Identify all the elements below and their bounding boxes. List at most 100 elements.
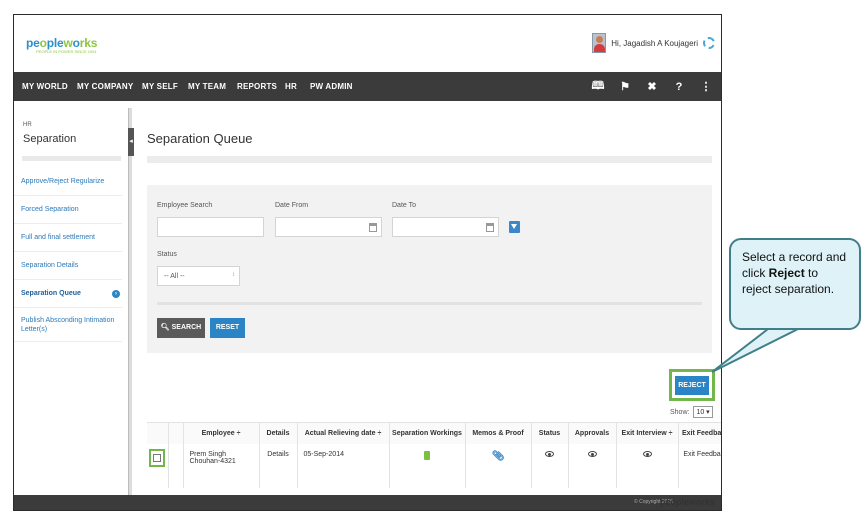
col-select <box>147 422 169 444</box>
sidebar-item-full-final-settlement[interactable]: Full and final settlement <box>14 224 122 252</box>
app-window: peopleworks PEOPLE IN POWER SINCE 1991 H… <box>13 14 722 511</box>
tools-icon[interactable]: ✖ <box>645 80 659 93</box>
updown-arrow-icon: ↕ <box>232 272 235 278</box>
sidebar-title: Separation <box>23 133 77 145</box>
instruction-callout: Select a record and click Reject to reje… <box>729 238 861 330</box>
logo-text-4: w <box>63 36 73 50</box>
logo-text-1: pe <box>26 36 40 50</box>
main-nav: MY WORLD MY COMPANY MY SELF MY TEAM REPO… <box>14 72 721 101</box>
logo-text-2: o <box>39 36 47 50</box>
status-label: Status <box>157 251 177 258</box>
col-status: Status <box>531 422 569 444</box>
search-panel: Employee Search Date From Date To Status… <box>147 185 712 353</box>
logo-text-6: rks <box>79 36 98 50</box>
peopleworks-logo[interactable]: peopleworks PEOPLE IN POWER SINCE 1991 <box>26 36 97 54</box>
col-details: Details <box>259 422 298 444</box>
reset-button[interactable]: RESET <box>210 318 245 338</box>
eye-icon[interactable] <box>587 450 597 457</box>
book-icon[interactable]: 🕮 <box>591 77 605 96</box>
filter-icon[interactable] <box>509 221 520 233</box>
date-to-input[interactable] <box>392 217 499 237</box>
reject-button[interactable]: REJECT <box>675 376 709 395</box>
col-expand <box>168 422 184 444</box>
help-icon[interactable]: ? <box>672 81 686 93</box>
calendar-icon[interactable] <box>369 223 377 232</box>
show-label: Show: <box>670 409 690 416</box>
calendar-icon[interactable] <box>486 223 494 232</box>
nav-my-team[interactable]: MY TEAM <box>188 72 226 101</box>
page-size-control: Show: 10 ▾ <box>670 406 713 418</box>
share-icon[interactable]: ⋮ <box>699 80 713 93</box>
search-button[interactable]: 🔍︎ SEARCH <box>157 318 205 338</box>
col-actual-relieving-date[interactable]: Actual Relieving date ÷ <box>297 422 390 444</box>
date-from-label: Date From <box>275 202 309 209</box>
col-memos-proof: Memos & Proof <box>465 422 532 444</box>
col-employee[interactable]: Employee ÷ <box>183 422 260 444</box>
sidebar-item-separation-details[interactable]: Separation Details <box>14 252 122 280</box>
eye-icon[interactable] <box>545 450 554 457</box>
paperclip-icon[interactable]: 📎︎ <box>492 451 505 462</box>
row-checkbox[interactable] <box>153 453 162 462</box>
flag-icon[interactable]: ⚑ <box>618 80 632 93</box>
sidebar-menu: Approve/Reject Regularize Forced Separat… <box>14 168 122 342</box>
user-greeting[interactable]: Hi, Jagadish A Koujageri <box>611 39 698 48</box>
sidebar-module-label: HR <box>23 122 32 128</box>
logo-tagline: PEOPLE IN POWER SINCE 1991 <box>36 49 97 54</box>
employee-search-label: Employee Search <box>157 202 213 209</box>
date-to-label: Date To <box>392 202 416 209</box>
sidebar-item-label: Separation Queue <box>21 290 81 297</box>
approvals-cell <box>568 443 617 488</box>
avatar[interactable] <box>592 33 607 53</box>
row-select-cell <box>147 443 169 488</box>
sidebar-splitter[interactable] <box>128 108 132 510</box>
document-icon[interactable] <box>424 450 430 460</box>
title-underline <box>147 156 712 163</box>
sidebar-item-separation-queue[interactable]: Separation Queue › <box>14 280 122 308</box>
relieving-date-cell: 05-Sep-2014 <box>297 443 390 488</box>
exit-feedback-link[interactable]: Exit Feedback <box>678 443 721 488</box>
col-approvals: Approvals <box>568 422 617 444</box>
status-cell <box>531 443 569 488</box>
search-button-label: SEARCH <box>171 324 202 331</box>
gear-icon[interactable] <box>703 37 715 49</box>
header: peopleworks PEOPLE IN POWER SINCE 1991 H… <box>14 15 721 72</box>
nav-my-self[interactable]: MY SELF <box>142 72 178 101</box>
nav-hr[interactable]: HR <box>285 72 297 101</box>
table-header-row: Employee ÷ Details Actual Relieving date… <box>147 422 721 444</box>
active-indicator-icon: › <box>112 290 120 298</box>
col-exit-interview[interactable]: Exit Interview ÷ <box>616 422 679 444</box>
eye-icon[interactable] <box>642 450 652 457</box>
sidebar: HR Separation Approve/Reject Regularize … <box>14 108 128 510</box>
details-link[interactable]: Details <box>259 443 298 488</box>
date-from-input[interactable] <box>275 217 382 237</box>
nav-my-world[interactable]: MY WORLD <box>22 72 68 101</box>
page-size-value: 10 <box>696 409 705 416</box>
employee-cell: Prem Singh Chouhan-4321 <box>183 443 260 488</box>
table-row: Prem Singh Chouhan-4321 Details 05-Sep-2… <box>147 443 721 488</box>
exit-interview-cell <box>616 443 679 488</box>
col-exit-feedback: Exit Feedback <box>678 422 721 444</box>
sidebar-item-forced-separation[interactable]: Forced Separation <box>14 196 122 224</box>
page-title: Separation Queue <box>147 131 253 146</box>
nav-icon-group: 🕮 ⚑ ✖ ? ⋮ <box>591 72 713 101</box>
logo-text-5: o <box>72 36 80 50</box>
memos-proof-cell: 📎︎ <box>465 443 532 488</box>
user-menu[interactable]: Hi, Jagadish A Koujageri <box>592 33 715 53</box>
employee-search-input[interactable] <box>157 217 264 237</box>
separation-table: Employee ÷ Details Actual Relieving date… <box>147 422 721 488</box>
sidebar-item-publish-absconding[interactable]: Publish Absconding Intimation Letter(s) <box>14 308 122 342</box>
status-select-value: -- All -- <box>164 273 185 280</box>
collapse-sidebar-icon[interactable]: ◂ <box>128 128 134 156</box>
sidebar-item-approve-reject-regularize[interactable]: Approve/Reject Regularize <box>14 168 122 196</box>
search-divider <box>157 302 702 305</box>
status-select[interactable]: -- All -- ↕ <box>157 266 240 286</box>
nav-pw-admin[interactable]: PW ADMIN <box>310 72 353 101</box>
col-separation-workings: Separation Workings <box>389 422 466 444</box>
nav-my-company[interactable]: MY COMPANY <box>77 72 133 101</box>
footer-logo: peopleworks <box>659 497 715 507</box>
page-size-select[interactable]: 10 ▾ <box>693 406 713 418</box>
nav-reports[interactable]: REPORTS <box>237 72 277 101</box>
sidebar-divider <box>22 156 121 161</box>
reject-highlight: REJECT <box>669 369 715 401</box>
callout-text-bold: Reject <box>768 266 805 280</box>
